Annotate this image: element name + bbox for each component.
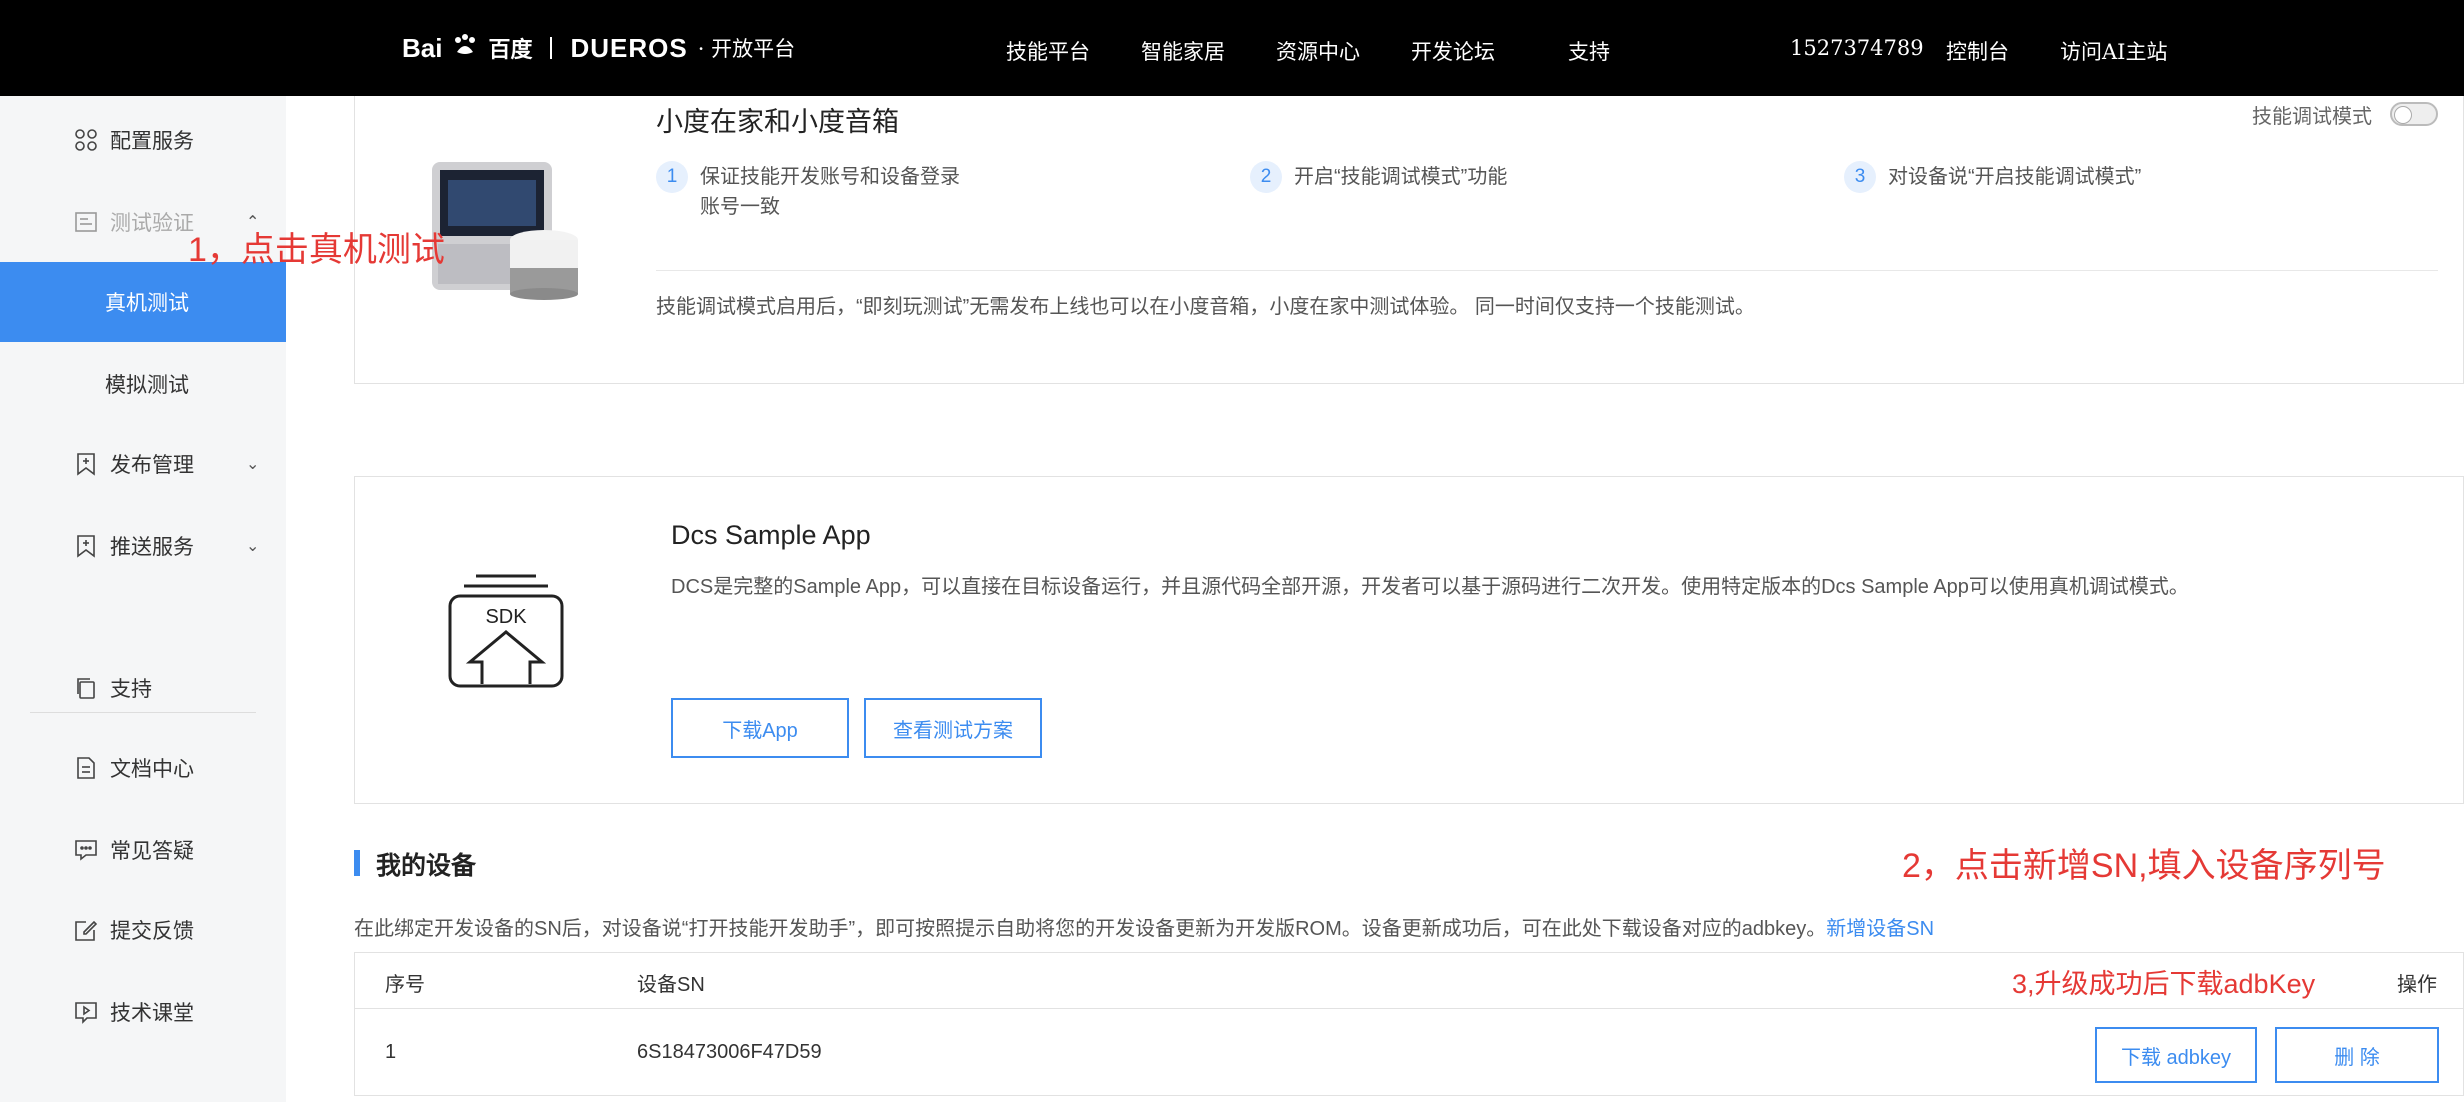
sidebar-label: 模拟测试	[105, 374, 189, 397]
sidebar-item-classroom[interactable]: 技术课堂	[0, 972, 286, 1052]
debug-mode-toggle[interactable]	[2390, 102, 2438, 126]
delete-button[interactable]: 删 除	[2275, 1027, 2439, 1083]
dueros-text: DUEROS	[570, 32, 688, 63]
smart-speaker-illustration	[430, 160, 590, 300]
nav-support[interactable]: 支持	[1568, 36, 1610, 66]
sidebar-item-docs[interactable]: 文档中心	[0, 728, 286, 808]
open-platform-text: · 开放平台	[697, 37, 796, 61]
nav-resource-center[interactable]: 资源中心	[1276, 36, 1360, 66]
sidebar-item-faq[interactable]: 常见答疑	[0, 810, 286, 890]
grid-icon	[72, 126, 100, 154]
row-index: 1	[385, 1041, 397, 1063]
debug-mode-label: 技能调试模式	[2252, 106, 2372, 128]
sidebar-item-feedback[interactable]: 提交反馈	[0, 890, 286, 970]
bookmark-plus-icon	[72, 450, 100, 478]
column-header-sn: 设备SN	[637, 974, 705, 996]
sidebar-label: 推送服务	[110, 536, 194, 559]
dcs-description: DCS是完整的Sample App，可以直接在目标设备运行，并且源代码全部开源，…	[671, 576, 2189, 598]
step-item: 2 开启“技能调试模式”功能	[1250, 161, 1574, 193]
sidebar-label: 配置服务	[110, 130, 194, 153]
download-adbkey-button[interactable]: 下载 adbkey	[2095, 1027, 2257, 1083]
sidebar-label: 提交反馈	[110, 920, 194, 943]
step-item: 1 保证技能开发账号和设备登录账号一致	[656, 161, 960, 222]
column-header-ops: 操作	[2397, 974, 2437, 996]
copy-icon	[72, 674, 100, 702]
view-test-plan-button[interactable]: 查看测试方案	[864, 698, 1042, 758]
sidebar-item-real-device-test[interactable]: 真机测试	[0, 262, 286, 342]
annotation-step-1: 1，点击真机测试	[188, 231, 445, 269]
download-app-button[interactable]: 下载App	[671, 698, 849, 758]
step-item: 3 对设备说“开启技能调试模式”	[1844, 161, 2148, 193]
sidebar-item-publish[interactable]: 发布管理 ⌄	[0, 424, 286, 504]
nav-skill-platform[interactable]: 技能平台	[1006, 36, 1090, 66]
step-text: 保证技能开发账号和设备登录账号一致	[700, 166, 960, 218]
sidebar-label: 测试验证	[110, 212, 194, 235]
card-title: 小度在家和小度音箱	[656, 107, 899, 137]
step-text: 开启“技能调试模式”功能	[1294, 166, 1508, 188]
logo-divider	[550, 37, 553, 59]
description-text: 在此绑定开发设备的SN后，对设备说“打开技能开发助手”，即可按照提示自助将您的开…	[354, 918, 1827, 940]
step-text: 对设备说“开启技能调试模式”	[1888, 166, 2142, 188]
sidebar-label: 技术课堂	[110, 1002, 194, 1025]
annotation-step-2: 2，点击新增SN,填入设备序列号	[1902, 847, 2386, 885]
column-header-index: 序号	[385, 974, 425, 996]
debug-mode-note: 技能调试模式启用后，“即刻玩测试”无需发布上线也可以在小度音箱，小度在家中测试体…	[656, 296, 1755, 318]
sidebar-label: 常见答疑	[110, 840, 194, 863]
sidebar-label: 支持	[110, 678, 152, 701]
baidu-logo-text: Bai	[402, 32, 443, 63]
monitor-icon	[72, 208, 100, 236]
step-number: 2	[1250, 161, 1282, 193]
section-accent-bar	[354, 850, 360, 876]
table-row: 1 6S18473006F47D59 下载 adbkey 删 除	[355, 1009, 2463, 1097]
sidebar-item-config[interactable]: 配置服务	[0, 100, 286, 180]
section-title: 我的设备	[376, 852, 477, 880]
account-id[interactable]: 1527374789	[1790, 36, 1924, 60]
document-icon	[72, 754, 100, 782]
bookmark-plus-icon	[72, 532, 100, 560]
sidebar-item-support[interactable]: 支持	[0, 648, 286, 728]
annotation-step-3: 3,升级成功后下载adbKey	[2012, 969, 2316, 999]
sidebar-item-sim-test[interactable]: 模拟测试	[0, 344, 286, 424]
sidebar-item-push[interactable]: 推送服务 ⌄	[0, 506, 286, 586]
nav-smart-home[interactable]: 智能家居	[1141, 36, 1225, 66]
section-description: 在此绑定开发设备的SN后，对设备说“打开技能开发助手”，即可按照提示自助将您的开…	[354, 912, 1934, 941]
add-device-sn-link[interactable]: 新增设备SN	[1826, 918, 1934, 940]
baidu-cn-text: 百度	[488, 37, 533, 62]
divider	[656, 270, 2438, 271]
sidebar-label: 发布管理	[110, 454, 194, 477]
nav-visit-ai[interactable]: 访问AI主站	[2060, 36, 2167, 66]
top-nav: Bai 百度 DUEROS · 开放平台 技能平台 智能家居 资源中心 开发论坛…	[0, 0, 2464, 96]
chevron-down-icon: ⌄	[246, 538, 260, 555]
nav-console[interactable]: 控制台	[1946, 36, 2009, 66]
row-sn: 6S18473006F47D59	[637, 1041, 822, 1063]
edit-icon	[72, 916, 100, 944]
chat-bubble-icon	[72, 836, 100, 864]
sdk-label: SDK	[485, 606, 527, 628]
paw-icon	[452, 32, 478, 65]
card-title: Dcs Sample App	[671, 520, 871, 550]
sidebar-label: 文档中心	[110, 758, 194, 781]
sidebar-label: 真机测试	[105, 292, 189, 315]
sdk-upload-icon: SDK	[446, 570, 566, 690]
nav-dev-forum[interactable]: 开发论坛	[1411, 36, 1495, 66]
chevron-down-icon: ⌄	[246, 456, 260, 473]
step-number: 1	[656, 161, 688, 193]
step-number: 3	[1844, 161, 1876, 193]
debug-mode-card	[354, 96, 2464, 384]
dueros-logo[interactable]: Bai 百度 DUEROS · 开放平台	[402, 24, 795, 72]
video-play-icon	[72, 998, 100, 1026]
